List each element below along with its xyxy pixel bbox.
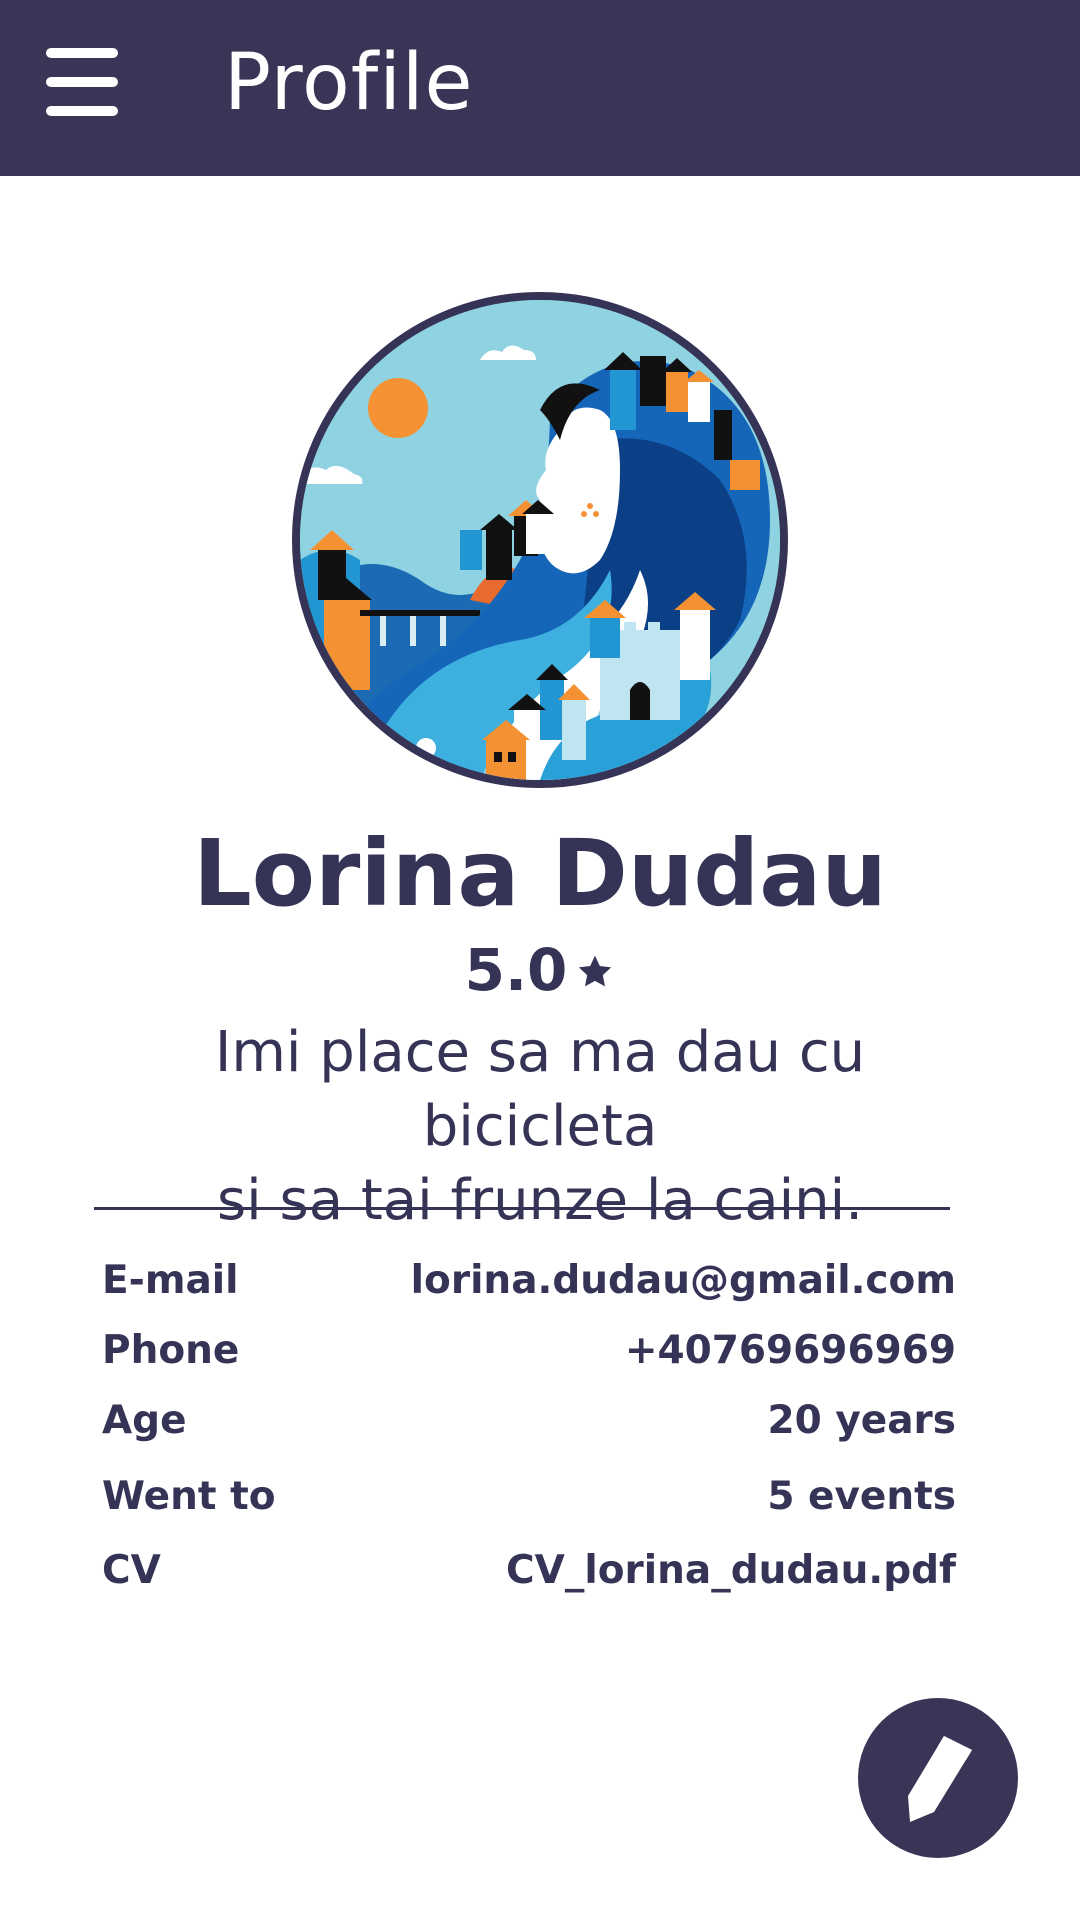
- detail-label: CV: [102, 1548, 161, 1593]
- profile-name: Lorina Dudau: [193, 820, 887, 927]
- profile-details: E-mail lorina.dudau@gmail.com Phone +407…: [102, 1250, 956, 1610]
- age-value: 20 years: [767, 1398, 957, 1443]
- detail-label: Went to: [102, 1474, 276, 1519]
- events-value: 5 events: [767, 1474, 956, 1519]
- rating-value: 5.0: [464, 936, 568, 1004]
- pencil-edit-icon: [908, 1736, 972, 1822]
- detail-row-cv: CV CV_lorina_dudau.pdf: [102, 1540, 956, 1610]
- star-icon: [579, 955, 612, 987]
- divider: [94, 1207, 950, 1210]
- menu-button[interactable]: [44, 46, 120, 118]
- app-bar: Profile: [0, 0, 1080, 176]
- detail-label: Phone: [102, 1328, 240, 1373]
- detail-label: E-mail: [102, 1258, 239, 1303]
- detail-label: Age: [102, 1398, 187, 1443]
- cv-file-link[interactable]: CV_lorina_dudau.pdf: [506, 1540, 956, 1602]
- detail-row-phone: Phone +40769696969: [102, 1320, 956, 1390]
- detail-row-email: E-mail lorina.dudau@gmail.com: [102, 1250, 956, 1320]
- edit-profile-button[interactable]: [858, 1698, 1018, 1858]
- page-title: Profile: [224, 38, 474, 128]
- bio-line: si sa tai frunze la caini.: [216, 1168, 864, 1233]
- rating: 5.0: [0, 934, 1080, 1006]
- profile-avatar: [292, 292, 788, 788]
- email-value[interactable]: lorina.dudau@gmail.com: [411, 1250, 956, 1312]
- detail-row-events: Went to 5 events: [102, 1460, 956, 1540]
- bio-line: Imi place sa ma dau cu bicicleta: [214, 1020, 866, 1159]
- phone-value[interactable]: +40769696969: [625, 1320, 956, 1382]
- profile-bio: Imi place sa ma dau cu bicicleta si sa t…: [90, 1016, 990, 1238]
- detail-row-age: Age 20 years: [102, 1390, 956, 1460]
